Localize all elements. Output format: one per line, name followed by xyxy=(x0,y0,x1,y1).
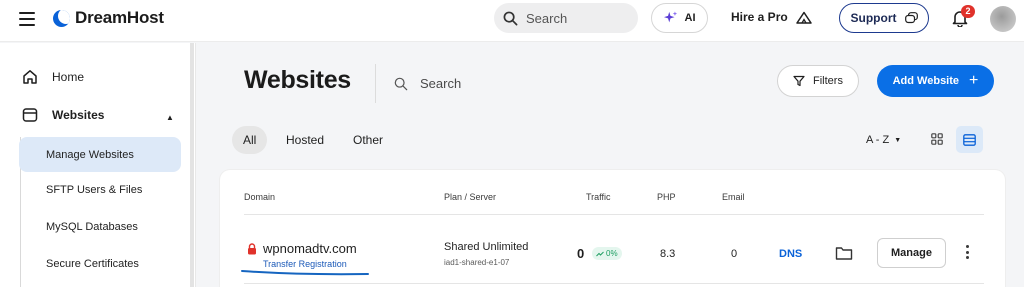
tab-hosted[interactable]: Hosted xyxy=(286,126,324,154)
sort-label: A - Z xyxy=(866,134,890,146)
sidebar-subitem-manage-websites[interactable]: Manage Websites xyxy=(19,137,181,172)
search-icon xyxy=(503,11,518,25)
sidebar-subitem-mysql-databases[interactable]: MySQL Databases xyxy=(19,209,181,244)
grid-view-button[interactable] xyxy=(924,126,950,152)
dns-link[interactable]: DNS xyxy=(779,248,802,260)
domain-link[interactable]: wpnomadtv.com xyxy=(247,241,357,256)
column-header-email[interactable]: Email xyxy=(722,192,745,202)
trend-up-icon xyxy=(596,251,604,256)
column-header-plan[interactable]: Plan / Server xyxy=(444,192,496,202)
top-header: DreamHost Search AI Hire a Pro Support 2 xyxy=(0,0,1024,42)
home-icon xyxy=(23,70,37,84)
filters-button[interactable]: Filters xyxy=(777,65,859,97)
tab-other[interactable]: Other xyxy=(353,126,383,154)
column-header-traffic[interactable]: Traffic xyxy=(586,192,611,202)
page-title: Websites xyxy=(244,66,351,94)
php-version: 8.3 xyxy=(660,248,676,260)
tab-label: Other xyxy=(353,133,384,147)
sidebar-subitem-sftp-users[interactable]: SFTP Users & Files xyxy=(19,172,181,207)
server-name: iad1-shared-e1-07 xyxy=(444,258,510,267)
folder-icon[interactable] xyxy=(835,245,853,261)
global-search-input[interactable]: Search xyxy=(494,3,638,33)
tab-label: All xyxy=(243,133,257,147)
sidebar-item-label: Home xyxy=(52,70,85,84)
website-search-input[interactable]: Search xyxy=(394,76,461,91)
chat-icon xyxy=(904,12,918,24)
brand-name: DreamHost xyxy=(75,8,164,27)
logo[interactable]: DreamHost xyxy=(53,8,164,28)
manage-button[interactable]: Manage xyxy=(877,238,946,268)
sidebar-item-websites[interactable]: Websites xyxy=(22,107,104,123)
sort-dropdown[interactable]: A - Z ▼ xyxy=(866,134,901,146)
search-icon xyxy=(394,77,408,90)
ai-label: AI xyxy=(684,12,696,24)
website-search-placeholder: Search xyxy=(420,76,462,91)
more-options-icon[interactable] xyxy=(960,244,974,260)
sidebar-scrollbar[interactable] xyxy=(190,43,194,287)
tab-label: Hosted xyxy=(286,133,325,147)
sparkle-icon xyxy=(663,11,677,23)
divider xyxy=(244,214,984,215)
divider xyxy=(244,283,984,284)
sidebar-subitem-secure-certificates[interactable]: Secure Certificates xyxy=(19,246,181,281)
sidebar-item-label: Websites xyxy=(52,108,105,122)
highlight-underline xyxy=(241,270,369,276)
sidebar-subitem-label: SFTP Users & Files xyxy=(46,183,143,196)
add-website-label: Add Website xyxy=(892,75,960,87)
hire-a-pro-link[interactable]: Hire a Pro xyxy=(731,10,812,24)
filters-label: Filters xyxy=(813,75,843,87)
column-header-domain[interactable]: Domain xyxy=(244,192,275,202)
lock-icon xyxy=(248,242,256,254)
caret-up-icon[interactable]: ▲ xyxy=(166,113,174,122)
support-button[interactable]: Support xyxy=(839,3,929,33)
hamburger-icon[interactable] xyxy=(19,12,35,26)
notification-badge: 2 xyxy=(961,5,975,18)
plus-icon: + xyxy=(969,72,979,89)
dreamhost-logo-icon xyxy=(53,9,70,27)
traffic-change-badge: 0% xyxy=(592,247,622,260)
plan-name: Shared Unlimited xyxy=(444,241,529,253)
list-view-button[interactable] xyxy=(956,126,983,153)
filter-icon xyxy=(793,75,805,87)
traffic-value: 0 xyxy=(577,246,585,261)
ai-button[interactable]: AI xyxy=(651,3,708,33)
grid-icon xyxy=(931,133,943,145)
sidebar-subitem-label: MySQL Databases xyxy=(46,220,138,233)
hire-a-pro-label: Hire a Pro xyxy=(731,10,788,24)
email-count: 0 xyxy=(731,248,738,260)
sidebar-subitem-label: Manage Websites xyxy=(46,148,134,161)
sidebar-subitem-label: Secure Certificates xyxy=(46,257,139,270)
avatar[interactable] xyxy=(990,6,1016,32)
caret-down-icon: ▼ xyxy=(894,136,902,144)
support-label: Support xyxy=(850,11,897,25)
column-header-php[interactable]: PHP xyxy=(657,192,676,202)
manage-label: Manage xyxy=(891,247,932,259)
list-icon xyxy=(963,133,976,146)
domain-name: wpnomadtv.com xyxy=(263,241,357,256)
sidebar-item-home[interactable]: Home xyxy=(22,69,84,85)
divider xyxy=(375,64,376,103)
tent-icon xyxy=(795,11,812,24)
sidebar: Home Websites ▲ Manage Websites SFTP Use… xyxy=(0,43,196,287)
traffic-change-value: 0% xyxy=(606,249,618,258)
window-icon xyxy=(22,108,38,122)
global-search-placeholder: Search xyxy=(526,10,568,26)
add-website-button[interactable]: Add Website + xyxy=(877,65,994,97)
tab-all[interactable]: All xyxy=(232,126,268,154)
